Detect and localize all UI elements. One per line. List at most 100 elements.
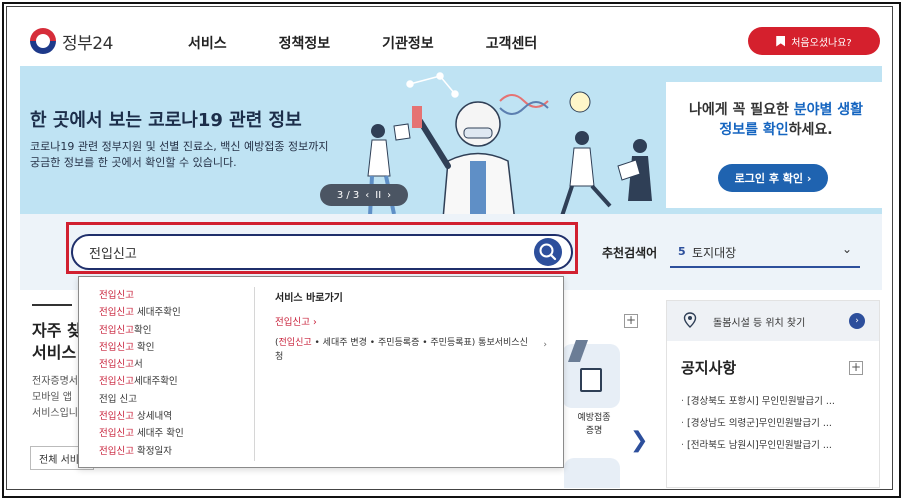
shortcut-notification-service[interactable]: (전입신고 • 세대주 변경 • 주민등록증 • 주민등록표) 통보서비스신청 › <box>275 336 547 364</box>
find-location-label: 돌봄시설 등 위치 찾기 <box>713 318 806 329</box>
chevron-right-icon: › <box>543 340 547 350</box>
suggestion-keyword: 전입신고 <box>99 341 134 353</box>
suggestion-item[interactable]: 전입신고 세대주확인 <box>99 304 249 321</box>
service-carousel: + 예방접종 증명 ❯ <box>560 298 652 488</box>
suggestion-keyword: 전입신고 <box>99 290 134 301</box>
frequent-services-title: 자주 찾 서비스 <box>32 320 82 364</box>
nav-item-customer-center[interactable]: 고객센터 <box>486 33 538 53</box>
login-text-part: 나에게 꼭 필요한 <box>688 102 794 118</box>
desc-line: 모바일 앱 <box>32 392 72 403</box>
search-input[interactable] <box>89 236 529 268</box>
map-pin-icon <box>683 312 697 328</box>
recommended-keyword: 토지대장 <box>692 246 737 260</box>
suggestion-item[interactable]: 전입신고확인 <box>99 322 249 339</box>
find-location-button[interactable]: 돌봄시설 등 위치 찾기 › <box>667 301 879 341</box>
title-line: 자주 찾 <box>32 321 82 340</box>
suggestion-rest: 확인 <box>133 341 155 353</box>
suggestion-list: 전입신고 전입신고 세대주확인 전입신고확인 전입신고 확인 전입신고서 전입신… <box>99 287 249 460</box>
gov24-logo[interactable]: 정부24 <box>30 28 113 54</box>
suggestion-keyword: 전입신고 <box>99 411 134 423</box>
suggestion-rest: 세대주확인 <box>133 376 178 388</box>
dropdown-divider <box>254 287 255 461</box>
first-visit-label: 처음오셨나요? <box>791 37 852 49</box>
service-shortcuts-heading: 서비스 바로가기 <box>275 293 343 304</box>
suggestion-rest: 상세내역 <box>133 411 172 423</box>
chevron-down-icon: ⌄ <box>842 242 853 256</box>
right-panel: 돌봄시설 등 위치 찾기 › 공지사항 + [경상북도 포항시] 무인민원발급기… <box>666 300 880 488</box>
banner-desc-line1: 코로나19 관련 정부지원 및 선별 진료소, 백신 예방접종 정보까지 <box>30 140 329 153</box>
document-icon <box>580 368 602 392</box>
search-autocomplete-dropdown: 전입신고 전입신고 세대주확인 전입신고확인 전입신고 확인 전입신고서 전입신… <box>78 276 564 468</box>
suggestion-item[interactable]: 전입신고 확정일자 <box>99 443 249 460</box>
search-icon <box>539 243 557 261</box>
suggestion-keyword: 전입신고 <box>99 376 134 388</box>
logo-text: 정부24 <box>62 33 113 54</box>
notice-item[interactable]: [전라북도 남원시]무인민원발급기 ... <box>681 435 871 457</box>
search-button[interactable] <box>534 238 562 266</box>
title-line: 서비스 <box>32 343 77 362</box>
frequent-services-desc: 전자증명서 모바일 앱 서비스입니 <box>32 374 78 422</box>
service-card-vaccination[interactable] <box>562 340 620 408</box>
pager-prev-button[interactable]: ‹ <box>365 190 369 201</box>
more-services-button[interactable]: + <box>624 314 638 328</box>
login-text-part: 하세요. <box>788 122 833 138</box>
desc-line: 서비스입니 <box>32 408 78 419</box>
carousel-next-icon[interactable]: ❯ <box>630 428 648 453</box>
personalized-info-text: 나에게 꼭 필요한 분야별 생활 정보를 확인하세요. <box>678 100 874 140</box>
first-visit-button[interactable]: 처음오셨나요? <box>748 27 880 55</box>
suggestion-rest: 확정일자 <box>133 445 172 457</box>
suggestion-item[interactable]: 전입 신고 <box>99 391 249 408</box>
login-text-highlight: 정보를 확인 <box>719 122 789 138</box>
shortcut-move-in-report[interactable]: 전입신고 › <box>275 314 555 328</box>
pager-pause-button[interactable]: II <box>375 190 381 201</box>
login-check-button[interactable]: 로그인 후 확인 › <box>718 164 828 192</box>
nav-item-services[interactable]: 서비스 <box>188 33 227 53</box>
suggestion-item[interactable]: 전입신고서 <box>99 356 249 373</box>
label-line: 예방접종 <box>577 413 611 423</box>
recommended-rank: 5 <box>678 245 686 258</box>
personalized-info-card: 나에게 꼭 필요한 분야별 생활 정보를 확인하세요. 로그인 후 확인 › <box>666 82 882 208</box>
nav-item-policy[interactable]: 정책정보 <box>279 33 331 53</box>
shortcut-rest: • 세대주 변경 • 주민등록증 • 주민등록표) 통보서비스신청 <box>275 338 528 362</box>
suggestion-rest: 세대주확인 <box>133 307 181 319</box>
pager-count: 3 / 3 <box>336 189 360 201</box>
suggestion-keyword: 전입신고 <box>99 307 134 319</box>
suggestion-keyword: 전입신고 <box>99 324 134 336</box>
banner-illustration <box>367 72 652 231</box>
recommended-keywords-label: 추천검색어 <box>602 246 658 260</box>
suggestion-item[interactable]: 전입신고 상세내역 <box>99 408 249 425</box>
suggestion-keyword: 전입신고 <box>99 428 134 440</box>
pager-next-button[interactable]: › <box>387 190 391 201</box>
notice-item[interactable]: [경상남도 의령군]무인민원발급기 ... <box>681 413 871 435</box>
label-line: 증명 <box>585 426 603 436</box>
suggestion-item[interactable]: 전입신고 세대주 확인 <box>99 425 249 442</box>
login-text-highlight: 분야별 생활 <box>793 102 864 118</box>
arrow-right-icon: › <box>849 313 865 329</box>
site-header: 정부24 서비스 정책정보 기관정보 고객센터 처음오셨나요? <box>22 20 882 64</box>
suggestion-item[interactable]: 전입신고 <box>99 287 249 304</box>
notice-title: 공지사항 <box>681 359 737 377</box>
covid-banner[interactable]: 한 곳에서 보는 코로나19 관련 정보 코로나19 관련 정부지원 및 선별 … <box>20 66 882 231</box>
banner-title: 한 곳에서 보는 코로나19 관련 정보 <box>30 110 302 131</box>
taegeuk-logo-icon <box>30 28 56 54</box>
service-card[interactable] <box>564 458 620 488</box>
suggestion-item[interactable]: 전입신고세대주확인 <box>99 373 249 390</box>
banner-pager: 3 / 3 ‹ II › <box>320 184 408 206</box>
ribbon-icon <box>567 340 589 362</box>
service-card-label: 예방접종 증명 <box>566 412 622 438</box>
suggestion-item[interactable]: 전입신고 확인 <box>99 339 249 356</box>
suggestion-rest: 전입 신고 <box>99 393 137 405</box>
banner-description: 코로나19 관련 정부지원 및 선별 진료소, 백신 예방접종 정보까지 궁금한… <box>30 139 370 171</box>
recommended-keyword-select[interactable]: 5 토지대장 ⌄ <box>670 236 860 268</box>
main-nav: 서비스 정책정보 기관정보 고객센터 <box>188 33 537 53</box>
service-shortcuts: 서비스 바로가기 전입신고 › (전입신고 • 세대주 변경 • 주민등록증 •… <box>275 289 555 364</box>
suggestion-rest: 서 <box>133 359 143 371</box>
desc-line: 전자증명서 <box>32 376 78 387</box>
more-notices-button[interactable]: + <box>849 361 863 375</box>
suggestion-rest: 세대주 확인 <box>133 428 184 440</box>
notice-item[interactable]: [경상북도 포항시] 무인민원발급기 ... <box>681 391 871 413</box>
nav-item-agency[interactable]: 기관정보 <box>382 33 434 53</box>
shortcut-keyword: 전입신고 <box>278 338 312 348</box>
section-rule <box>32 304 72 306</box>
suggestion-keyword: 전입신고 <box>99 445 134 457</box>
